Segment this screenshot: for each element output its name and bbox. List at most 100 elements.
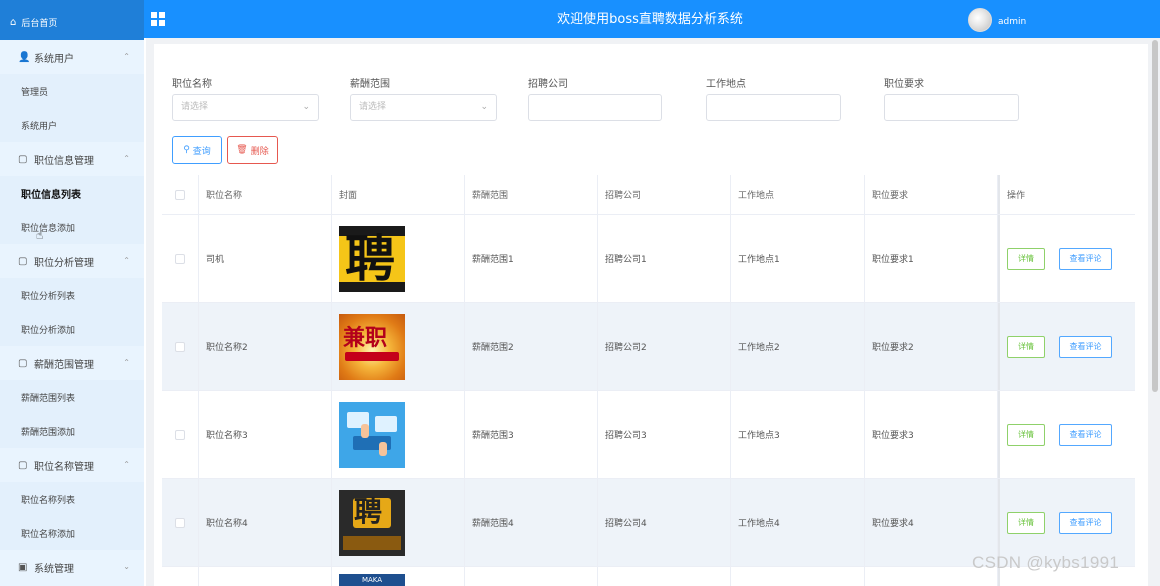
system-title: 欢迎使用boss直聘数据分析系统 xyxy=(557,12,743,27)
select-placeholder: 请选择 xyxy=(181,102,209,112)
query-button[interactable]: ⚲ 查询 xyxy=(172,136,222,164)
cover-image xyxy=(339,401,405,468)
row-checkbox-cell xyxy=(162,567,199,586)
home-label: 后台首页 xyxy=(21,18,58,29)
sidebar-group-job-analysis[interactable]: ▢ 职位分析管理 ⌃ xyxy=(0,244,144,278)
job-info-table: 职位名称 封面 薪酬范围 招聘公司 工作地点 职位要求 操作 司机 聘 薪酬范围… xyxy=(162,175,1135,586)
cell-salary: 薪酬范围1 xyxy=(465,215,598,302)
cell-company: 招聘公司1 xyxy=(598,215,731,302)
sidebar-item-job-info-list[interactable]: 职位信息列表 xyxy=(0,176,144,210)
cover-text: 聘 xyxy=(354,494,383,528)
cell-company: 招聘公司4 xyxy=(598,479,731,566)
salary-range-select[interactable]: 请选择 ⌄ xyxy=(350,94,497,121)
delete-label: 删除 xyxy=(250,146,269,157)
view-comments-button[interactable]: 查看评论 xyxy=(1059,335,1112,358)
cell-requirement: 职位要求1 xyxy=(865,215,998,302)
table-row: 司机 聘 薪酬范围1 招聘公司1 工作地点1 职位要求1 详情 查看评论 xyxy=(162,215,1135,303)
view-comments-button[interactable]: 查看评论 xyxy=(1059,511,1112,534)
table-row: 职位名称2 兼职 薪酬范围2 招聘公司2 工作地点2 职位要求2 详情 查看评论 xyxy=(162,303,1135,391)
home-link[interactable]: ⌂ 后台首页 xyxy=(0,0,144,44)
select-all-checkbox[interactable] xyxy=(175,189,185,200)
chevron-up-icon: ⌃ xyxy=(123,154,130,163)
column-header: 职位要求 xyxy=(865,175,998,214)
sidebar-group-system-users[interactable]: 👤 系统用户 ⌃ xyxy=(0,40,144,74)
image-icon: ▣ xyxy=(18,561,28,573)
filter-label-requirement: 职位要求 xyxy=(884,79,924,90)
location-input[interactable] xyxy=(706,94,841,121)
cell-salary: 薪酬范围3 xyxy=(465,391,598,478)
cover-image: 聘 xyxy=(339,225,405,292)
cell-position-name: 职位名称2 xyxy=(199,303,332,390)
column-header: 薪酬范围 xyxy=(465,175,598,214)
cell-position-name: 职位名称4 xyxy=(199,479,332,566)
cover-image: 兼职 xyxy=(339,313,405,380)
sidebar-item-system-user[interactable]: 系统用户 xyxy=(0,108,144,142)
select-placeholder: 请选择 xyxy=(359,102,387,112)
sidebar-item-job-info-add[interactable]: 职位信息添加 xyxy=(0,210,144,244)
company-input[interactable] xyxy=(528,94,662,121)
table-header: 职位名称 封面 薪酬范围 招聘公司 工作地点 职位要求 操作 xyxy=(162,175,1135,215)
cell-company xyxy=(598,567,731,586)
sidebar-group-job-name[interactable]: ▢ 职位名称管理 ⌃ xyxy=(0,448,144,482)
row-checkbox[interactable] xyxy=(175,429,185,440)
column-header: 职位名称 xyxy=(199,175,332,214)
cell-actions: 详情 查看评论 xyxy=(998,303,1135,390)
sidebar-group-salary-range[interactable]: ▢ 薪酬范围管理 ⌃ xyxy=(0,346,144,380)
requirement-input[interactable] xyxy=(884,94,1019,121)
cover-image: 聘 xyxy=(339,489,405,556)
detail-button[interactable]: 详情 xyxy=(1007,511,1045,534)
sidebar-group-job-info[interactable]: ▢ 职位信息管理 ⌃ xyxy=(0,142,144,176)
filter-label-salary-range: 薪酬范围 xyxy=(350,79,390,90)
cell-cover: 聘 xyxy=(332,215,465,302)
cell-position-name xyxy=(199,567,332,586)
cell-cover: 兼职 xyxy=(332,303,465,390)
cell-salary: 薪酬范围2 xyxy=(465,303,598,390)
chevron-up-icon: ⌃ xyxy=(123,52,130,61)
detail-button[interactable]: 详情 xyxy=(1007,423,1045,446)
sidebar-item-job-analysis-list[interactable]: 职位分析列表 xyxy=(0,278,144,312)
row-checkbox[interactable] xyxy=(175,517,185,528)
vertical-scrollbar[interactable] xyxy=(1152,40,1158,392)
sidebar-item-job-name-add[interactable]: 职位名称添加 xyxy=(0,516,144,550)
sidebar-group-system-admin[interactable]: ▣ 系统管理 ⌄ xyxy=(0,550,144,584)
avatar[interactable] xyxy=(968,8,992,32)
mouse-cursor-icon: ☝ xyxy=(36,228,44,242)
sidebar-item-salary-add[interactable]: 薪酬范围添加 xyxy=(0,414,144,448)
column-header: 招聘公司 xyxy=(598,175,731,214)
position-name-select[interactable]: 请选择 ⌄ xyxy=(172,94,319,121)
row-checkbox-cell xyxy=(162,479,199,566)
chevron-down-icon: ⌄ xyxy=(123,562,130,571)
row-checkbox[interactable] xyxy=(175,253,185,264)
column-header: 操作 xyxy=(998,175,1135,214)
sidebar-item-job-analysis-add[interactable]: 职位分析添加 xyxy=(0,312,144,346)
cell-location: 工作地点2 xyxy=(731,303,865,390)
sidebar: 👤 系统用户 ⌃ 管理员 系统用户 ▢ 职位信息管理 ⌃ 职位信息列表 职位信息… xyxy=(0,40,144,586)
cell-salary: 薪酬范围4 xyxy=(465,479,598,566)
row-checkbox-cell xyxy=(162,215,199,302)
sidebar-group-label: 职位名称管理 xyxy=(34,461,94,473)
sidebar-group-label: 职位分析管理 xyxy=(34,257,94,269)
cell-actions: 详情 查看评论 xyxy=(998,391,1135,478)
cell-position-name: 司机 xyxy=(199,215,332,302)
detail-button[interactable]: 详情 xyxy=(1007,247,1045,270)
doc-icon: ▢ xyxy=(18,459,28,471)
detail-button[interactable]: 详情 xyxy=(1007,335,1045,358)
cell-actions: 详情 查看评论 xyxy=(998,215,1135,302)
row-checkbox-cell xyxy=(162,391,199,478)
cover-text: 聘 xyxy=(345,228,395,288)
view-comments-button[interactable]: 查看评论 xyxy=(1059,247,1112,270)
view-comments-button[interactable]: 查看评论 xyxy=(1059,423,1112,446)
chevron-up-icon: ⌃ xyxy=(123,358,130,367)
sidebar-group-label: 系统管理 xyxy=(34,563,74,575)
sidebar-item-admin[interactable]: 管理员 xyxy=(0,74,144,108)
header-checkbox-cell xyxy=(162,175,199,214)
sidebar-item-job-name-list[interactable]: 职位名称列表 xyxy=(0,482,144,516)
row-checkbox[interactable] xyxy=(175,341,185,352)
menu-toggle-icon[interactable] xyxy=(151,12,165,26)
chevron-up-icon: ⌃ xyxy=(123,256,130,265)
delete-button[interactable]: 🗑 删除 xyxy=(227,136,278,164)
cell-position-name: 职位名称3 xyxy=(199,391,332,478)
cell-cover: 聘 xyxy=(332,479,465,566)
sidebar-group-label: 系统用户 xyxy=(34,53,74,65)
sidebar-item-salary-list[interactable]: 薪酬范围列表 xyxy=(0,380,144,414)
